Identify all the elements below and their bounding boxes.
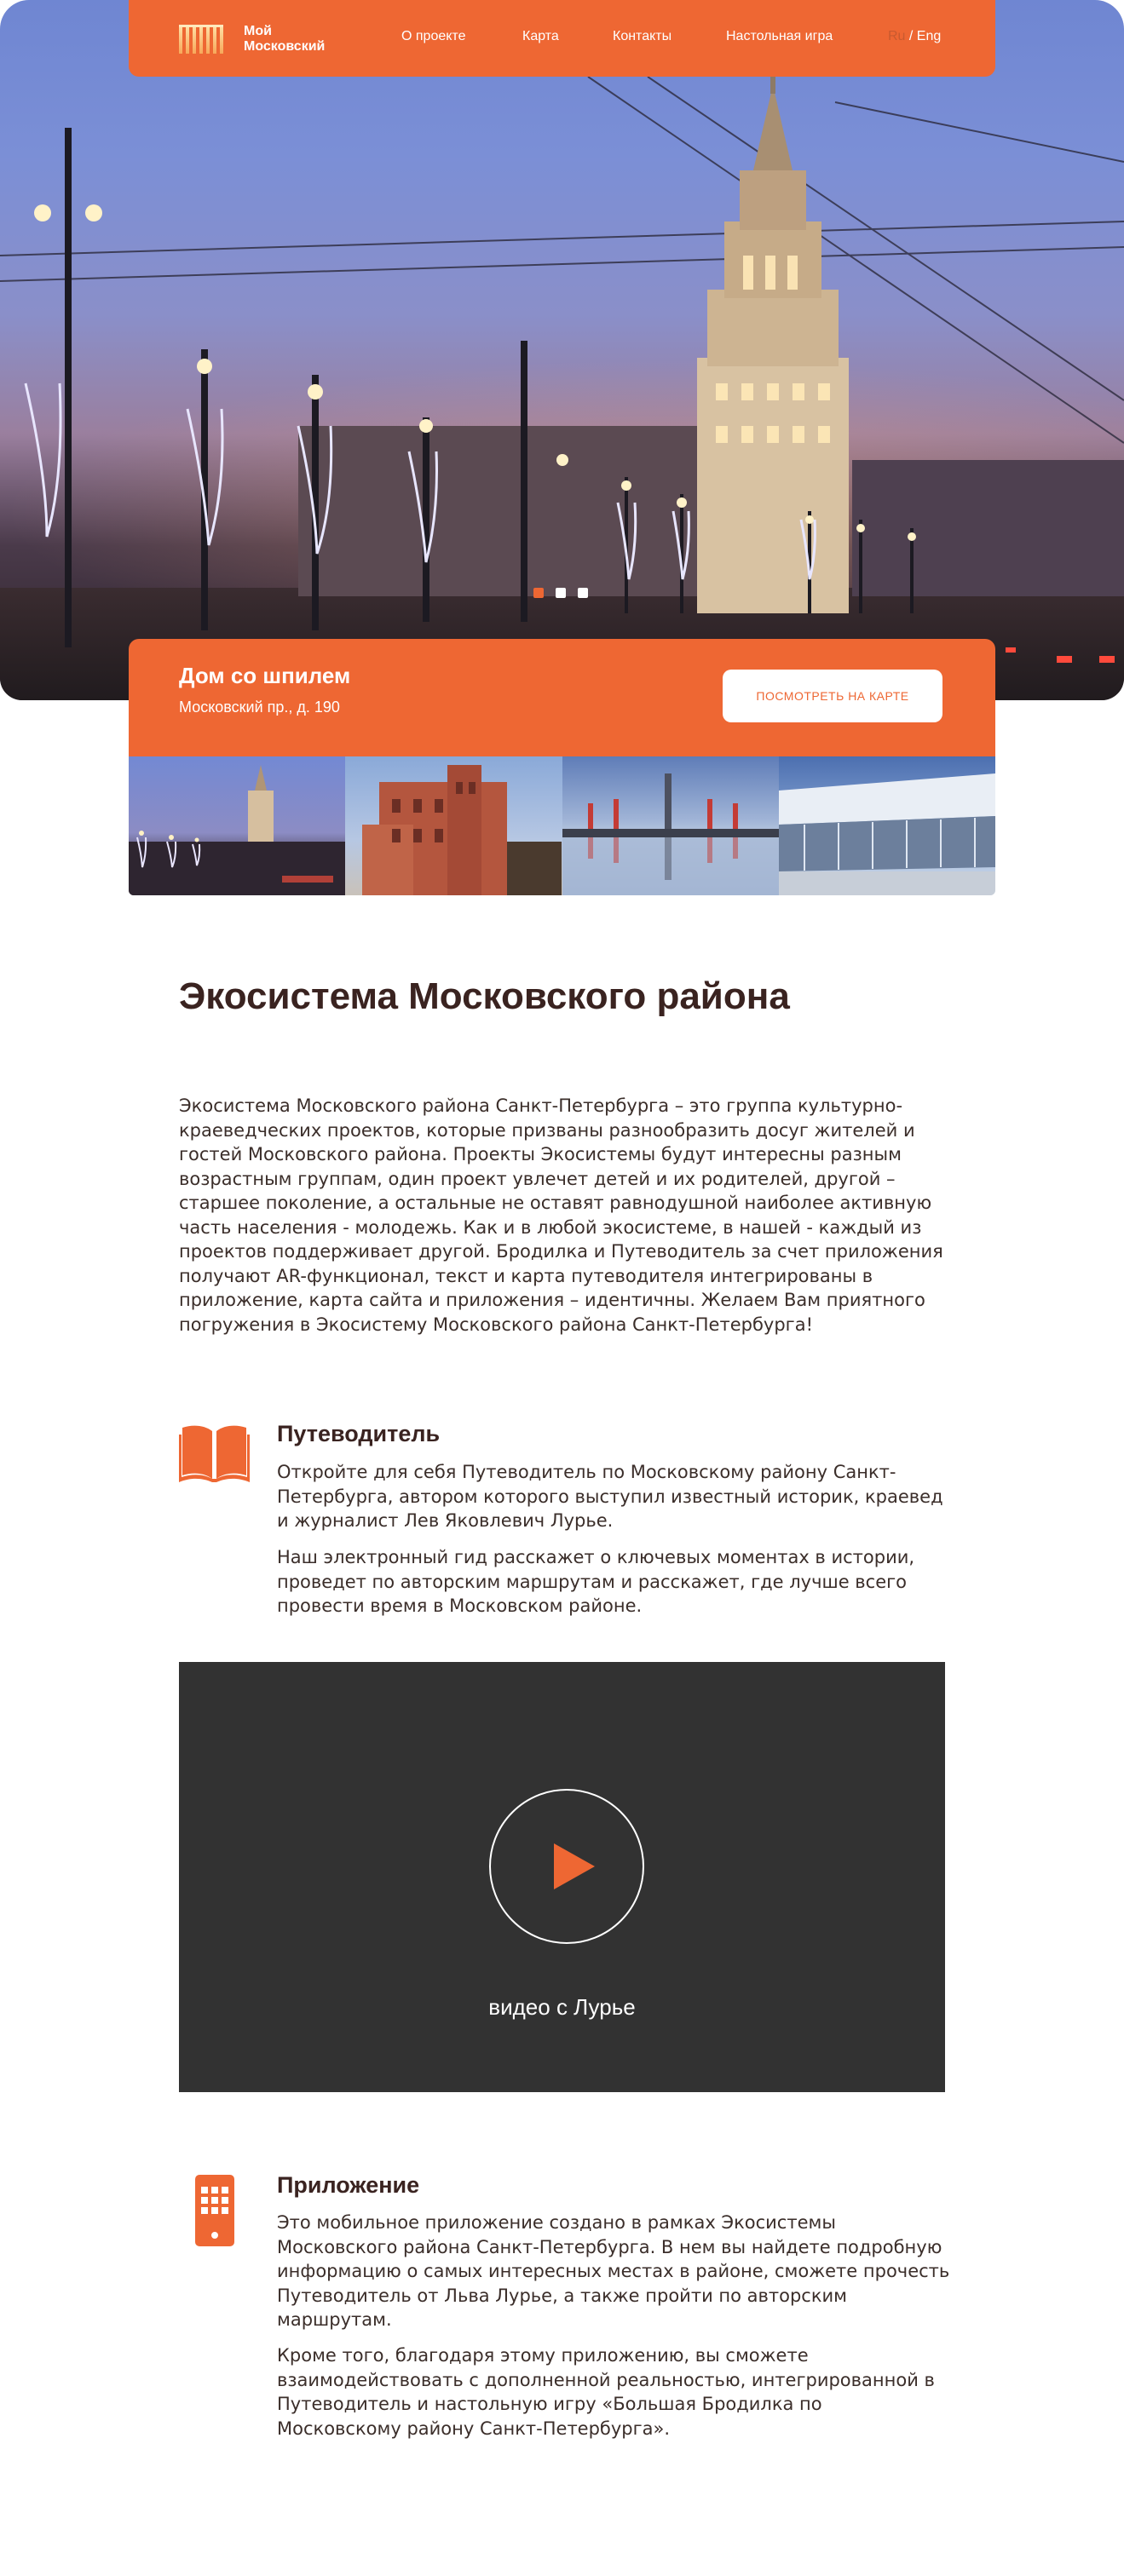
thumbnail-glass-station[interactable]	[778, 756, 995, 895]
lang-en[interactable]: Eng	[917, 29, 941, 43]
nav-board-game[interactable]: Настольная игра	[726, 29, 833, 44]
play-icon	[554, 1843, 595, 1889]
intro-paragraph: Экосистема Московского района Санкт-Пете…	[179, 1095, 943, 1335]
guide-paragraph-1: Откройте для себя Путеводитель по Москов…	[277, 1462, 943, 1531]
app-paragraph-2: Кроме того, благодаря этому приложению, …	[277, 2345, 935, 2439]
top-navbar: Мой Московский О проекте Карта Контакты …	[129, 0, 995, 77]
app-paragraph-1: Это мобильное приложение создано в рамка…	[277, 2212, 950, 2330]
guide-paragraph-2: Наш электронный гид расскажет о ключевых…	[277, 1547, 915, 1616]
lang-ru[interactable]: Ru	[888, 29, 905, 43]
slider-dot-3[interactable]	[578, 588, 588, 598]
place-info-bar: Дом со шпилем Московский пр., д. 190 ПОС…	[129, 639, 995, 756]
thumbnail-house-with-spire[interactable]	[129, 756, 346, 895]
thumbnail-reflecting-pond[interactable]	[562, 756, 779, 895]
guide-title: Путеводитель	[277, 1421, 441, 1446]
logo[interactable]: Мой Московский	[179, 24, 325, 55]
nav-map[interactable]: Карта	[522, 29, 559, 44]
logo-text: Мой Московский	[244, 24, 325, 55]
logo-line-2: Московский	[244, 39, 326, 54]
play-button[interactable]	[489, 1789, 644, 1944]
logo-icon	[179, 25, 223, 54]
smartphone-icon	[195, 2175, 234, 2246]
slider-thumbnails	[129, 756, 995, 895]
view-on-map-button[interactable]: ПОСМОТРЕТЬ НА КАРТЕ	[723, 670, 942, 722]
video-player[interactable]: видео с Лурье	[179, 1662, 945, 2092]
thumbnail-red-brick-building[interactable]	[345, 756, 562, 895]
slider-dots	[533, 588, 588, 598]
book-icon	[179, 1425, 250, 1482]
page-title: Экосистема Московского района	[179, 975, 790, 1017]
lang-separator: /	[905, 29, 917, 43]
video-caption: видео с Лурье	[488, 1994, 636, 2020]
language-switcher: Ru / Eng	[888, 29, 941, 44]
place-title: Дом со шпилем	[179, 663, 351, 688]
app-title: Приложение	[277, 2172, 420, 2198]
place-address: Московский пр., д. 190	[179, 699, 340, 716]
nav-about[interactable]: О проекте	[401, 29, 465, 44]
logo-line-1: Мой	[244, 24, 272, 38]
nav-contacts[interactable]: Контакты	[613, 29, 672, 44]
slider-dot-2[interactable]	[556, 588, 566, 598]
slider-dot-1[interactable]	[533, 588, 544, 598]
